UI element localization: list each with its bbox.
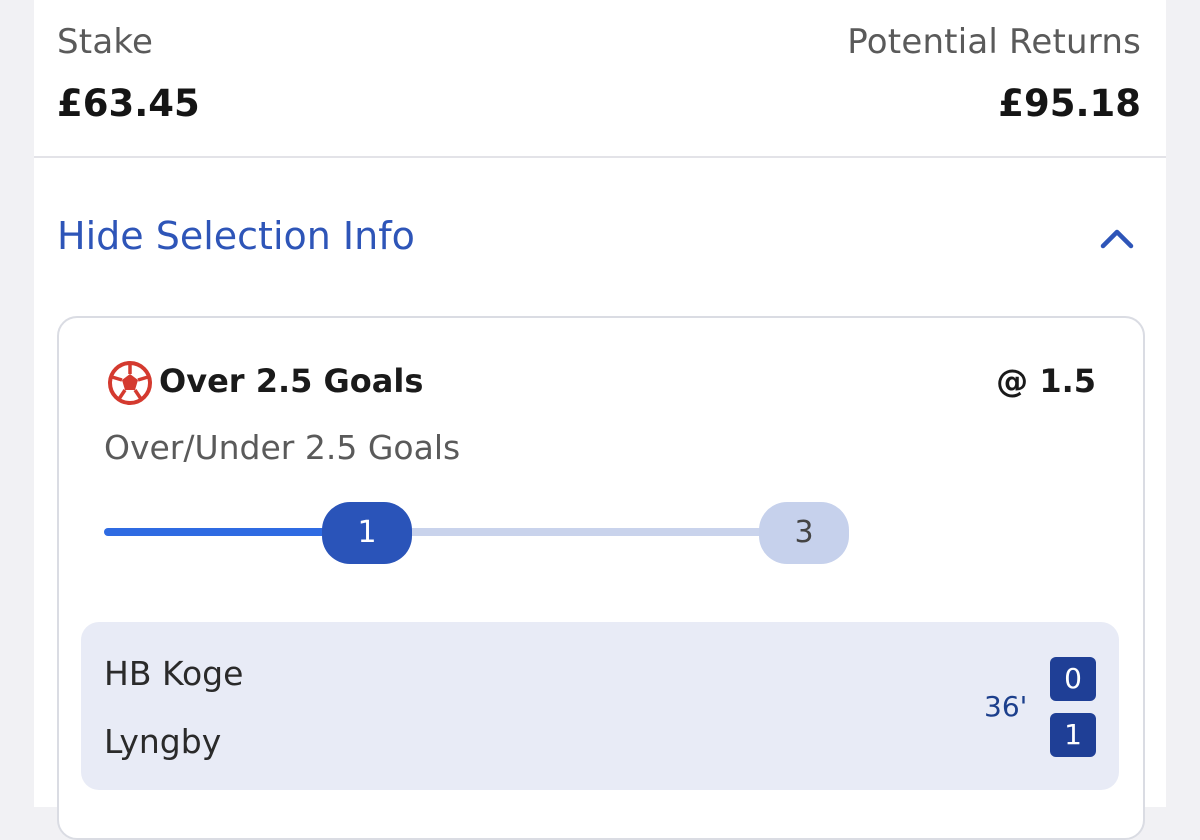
stake-label: Stake bbox=[57, 22, 154, 62]
progress-track-empty bbox=[394, 528, 774, 536]
potential-returns-label: Potential Returns bbox=[847, 22, 1141, 62]
live-score-panel bbox=[81, 622, 1119, 790]
selection-title: Over 2.5 Goals bbox=[159, 362, 424, 400]
progress-current-goals: 1 bbox=[322, 502, 412, 564]
football-icon bbox=[108, 361, 152, 405]
divider bbox=[34, 156, 1166, 158]
progress-track-filled bbox=[104, 528, 344, 536]
home-score: 0 bbox=[1050, 657, 1096, 701]
chevron-up-icon[interactable] bbox=[1097, 222, 1137, 252]
market-name: Over/Under 2.5 Goals bbox=[104, 428, 461, 467]
away-score: 1 bbox=[1050, 713, 1096, 757]
home-team-name: HB Koge bbox=[104, 654, 244, 693]
bet-card: Stake £63.45 Potential Returns £95.18 Hi… bbox=[34, 0, 1166, 840]
hide-selection-info-link[interactable]: Hide Selection Info bbox=[57, 214, 415, 258]
selection-odds: @ 1.5 bbox=[996, 362, 1096, 400]
stake-value: £63.45 bbox=[57, 82, 200, 125]
match-minute: 36' bbox=[984, 690, 1028, 723]
away-team-name: Lyngby bbox=[104, 722, 222, 761]
potential-returns-value: £95.18 bbox=[998, 82, 1141, 125]
progress-target-goals: 3 bbox=[759, 502, 849, 564]
